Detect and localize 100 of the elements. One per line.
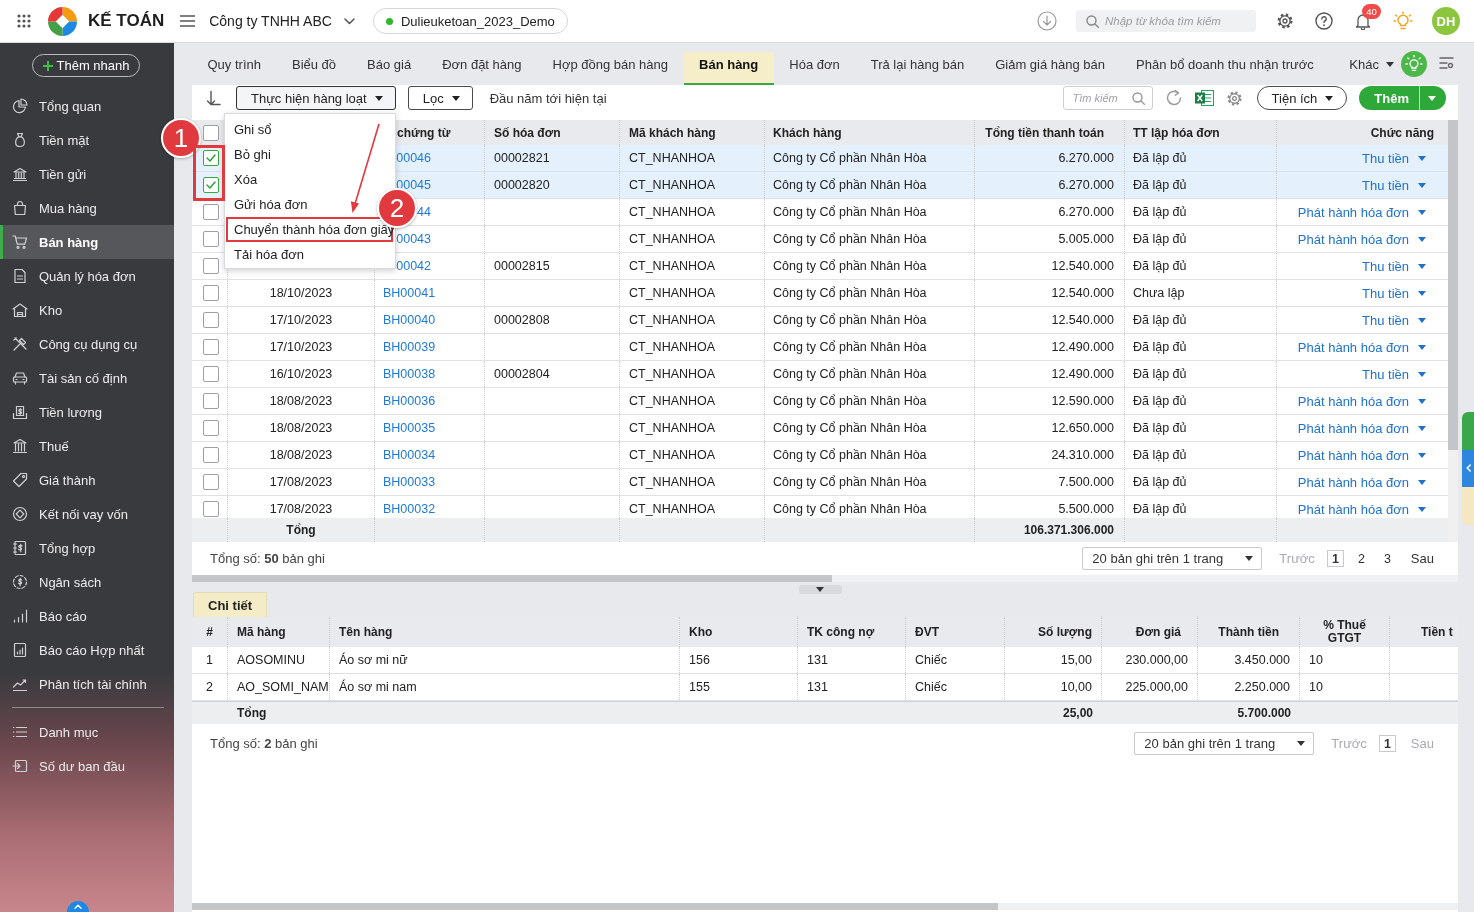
search-field[interactable]: Tìm kiếm — [1062, 86, 1153, 110]
document-link[interactable]: BH00034 — [383, 448, 436, 462]
row-checkbox[interactable] — [202, 393, 219, 409]
row-checkbox[interactable] — [202, 285, 219, 301]
row-checkbox[interactable] — [202, 312, 219, 328]
column-header[interactable]: Đơn giá — [1102, 617, 1198, 647]
row-checkbox[interactable] — [202, 420, 219, 436]
document-link[interactable]: BH00035 — [383, 421, 436, 435]
column-header[interactable]: # — [192, 617, 228, 647]
document-link[interactable]: BH00039 — [383, 340, 436, 354]
sidebar-item[interactable]: Giá thành — [0, 463, 106, 497]
row-checkbox[interactable] — [202, 258, 219, 274]
row-checkbox[interactable] — [202, 177, 219, 193]
action-dropdown[interactable]: Phát hành hóa đơn — [1297, 204, 1426, 220]
detail-tab[interactable]: Chi tiết — [193, 592, 268, 617]
row-checkbox[interactable] — [202, 447, 219, 463]
row-checkbox[interactable] — [202, 339, 219, 355]
sidebar-item[interactable]: Tài sản cố định — [0, 361, 138, 395]
action-dropdown[interactable]: Phát hành hóa đơn — [1297, 501, 1426, 517]
help-icon[interactable] — [1315, 12, 1333, 30]
dots-grid-icon[interactable] — [17, 14, 31, 28]
column-header[interactable]: Thành tiền — [1198, 617, 1300, 647]
tab[interactable]: Phân bổ doanh thu nhận trước — [1120, 52, 1330, 85]
row-checkbox[interactable] — [202, 501, 219, 517]
tab[interactable]: Hợp đồng bán hàng — [537, 52, 684, 85]
sidebar-item[interactable]: Tiền mặt — [0, 123, 100, 157]
action-dropdown[interactable]: Phát hành hóa đơn — [1297, 231, 1426, 247]
sidebar-item[interactable]: Báo cáo — [0, 599, 97, 633]
scrollbar-thumb[interactable] — [192, 903, 998, 910]
row-checkbox[interactable] — [202, 150, 219, 166]
action-dropdown[interactable]: Phát hành hóa đơn — [1297, 474, 1426, 490]
action-dropdown[interactable]: Phát hành hóa đơn — [1297, 420, 1426, 436]
document-link[interactable]: 00046 — [396, 151, 431, 165]
list-settings-icon[interactable] — [1439, 56, 1454, 70]
company-selector[interactable]: Công ty TNHH ABC — [209, 7, 355, 35]
menu-item[interactable]: Gửi hóa đơn — [226, 192, 320, 217]
page-size-select[interactable]: 20 bản ghi trên 1 trang — [1082, 547, 1263, 570]
settings-icon[interactable] — [1225, 89, 1243, 107]
column-header[interactable]: % Thuế GTGT — [1300, 617, 1390, 647]
bulk-action-button[interactable]: Thực hiện hàng loạt — [236, 86, 396, 110]
collapse-handle[interactable] — [798, 585, 842, 594]
filter-button[interactable]: Lọc — [407, 86, 473, 110]
add-menu-button[interactable] — [1419, 86, 1446, 110]
sidebar-item[interactable]: Phân tích tài chính — [0, 667, 157, 701]
lightbulb-icon[interactable] — [1393, 11, 1413, 31]
tab[interactable]: Quy trình — [192, 52, 277, 85]
settings-icon[interactable] — [1276, 12, 1294, 30]
tab[interactable]: Báo giá — [351, 52, 427, 85]
sidebar-item[interactable]: Ngân sách — [0, 565, 112, 599]
document-link[interactable]: BH00041 — [383, 286, 436, 300]
tab[interactable]: Trả lại hàng bán — [855, 52, 980, 85]
column-header[interactable]: Chức năng — [1277, 120, 1448, 145]
action-dropdown[interactable]: Thu tiền — [1362, 312, 1426, 328]
column-header[interactable]: TK công nợ — [798, 617, 906, 647]
row-checkbox[interactable] — [202, 474, 219, 490]
utilities-button[interactable]: Tiện ích — [1256, 86, 1348, 110]
row-checkbox[interactable] — [202, 231, 219, 247]
row-checkbox[interactable] — [202, 204, 219, 220]
next-page-button[interactable]: Sau — [1407, 551, 1437, 566]
download-icon[interactable] — [1037, 11, 1057, 31]
document-link[interactable]: BH00038 — [383, 367, 436, 381]
sidebar-item[interactable]: Bán hàng — [0, 225, 174, 259]
menu-item[interactable]: Bỏ ghi — [226, 142, 283, 167]
tab[interactable]: Giảm giá hàng bán — [979, 52, 1121, 85]
more-tab[interactable]: Khác — [1339, 52, 1394, 85]
action-dropdown[interactable]: Phát hành hóa đơn — [1297, 339, 1426, 355]
menu-item[interactable]: Ghi sổ — [226, 117, 284, 142]
page-size-select[interactable]: 20 bản ghi trên 1 trang — [1134, 732, 1315, 755]
sidebar-item[interactable]: Công cụ dụng cụ — [0, 327, 148, 361]
scrollbar-thumb[interactable] — [192, 575, 832, 582]
sidebar-item[interactable]: Kết nối vay vốn — [0, 497, 138, 531]
document-link[interactable]: BH00032 — [383, 502, 436, 516]
sidebar-item[interactable]: Báo cáo Hợp nhất — [0, 633, 155, 667]
document-link[interactable]: BH00033 — [383, 475, 436, 489]
lightbulb-icon[interactable] — [1401, 51, 1427, 77]
scroll-up-button[interactable] — [67, 901, 89, 912]
sidebar-item[interactable]: Tiền gửi — [0, 157, 97, 191]
sidebar-item[interactable]: Tiền lương — [0, 395, 112, 429]
document-link[interactable]: BH00036 — [383, 394, 436, 408]
menu-item[interactable]: Tải hóa đơn — [226, 242, 316, 267]
scrollbar-thumb[interactable] — [1448, 120, 1458, 450]
tab[interactable]: Hóa đơn — [773, 52, 856, 85]
sidebar-item[interactable]: Danh mục — [0, 715, 109, 749]
sidebar-item[interactable]: Tổng hợp — [0, 531, 106, 565]
tab[interactable]: Đơn đặt hàng — [426, 52, 537, 85]
sidebar-item[interactable]: Mua hàng — [0, 191, 107, 225]
menu-icon[interactable] — [180, 15, 196, 27]
select-all-checkbox[interactable] — [202, 124, 219, 141]
document-link[interactable]: 44 — [417, 205, 431, 219]
page-button[interactable]: 1 — [1378, 735, 1396, 752]
document-link[interactable]: 00042 — [396, 259, 431, 273]
action-dropdown[interactable]: Phát hành hóa đơn — [1297, 447, 1426, 463]
document-link[interactable]: 00043 — [396, 232, 431, 246]
action-dropdown[interactable]: Thu tiền — [1362, 258, 1426, 274]
column-header[interactable]: ĐVT — [906, 617, 1005, 647]
sidebar-item[interactable]: Thuế — [0, 429, 79, 463]
action-dropdown[interactable]: Thu tiền — [1362, 285, 1426, 301]
row-checkbox[interactable] — [202, 366, 219, 382]
sort-icon[interactable] — [206, 90, 222, 106]
sidebar-item[interactable]: Kho — [0, 293, 73, 327]
